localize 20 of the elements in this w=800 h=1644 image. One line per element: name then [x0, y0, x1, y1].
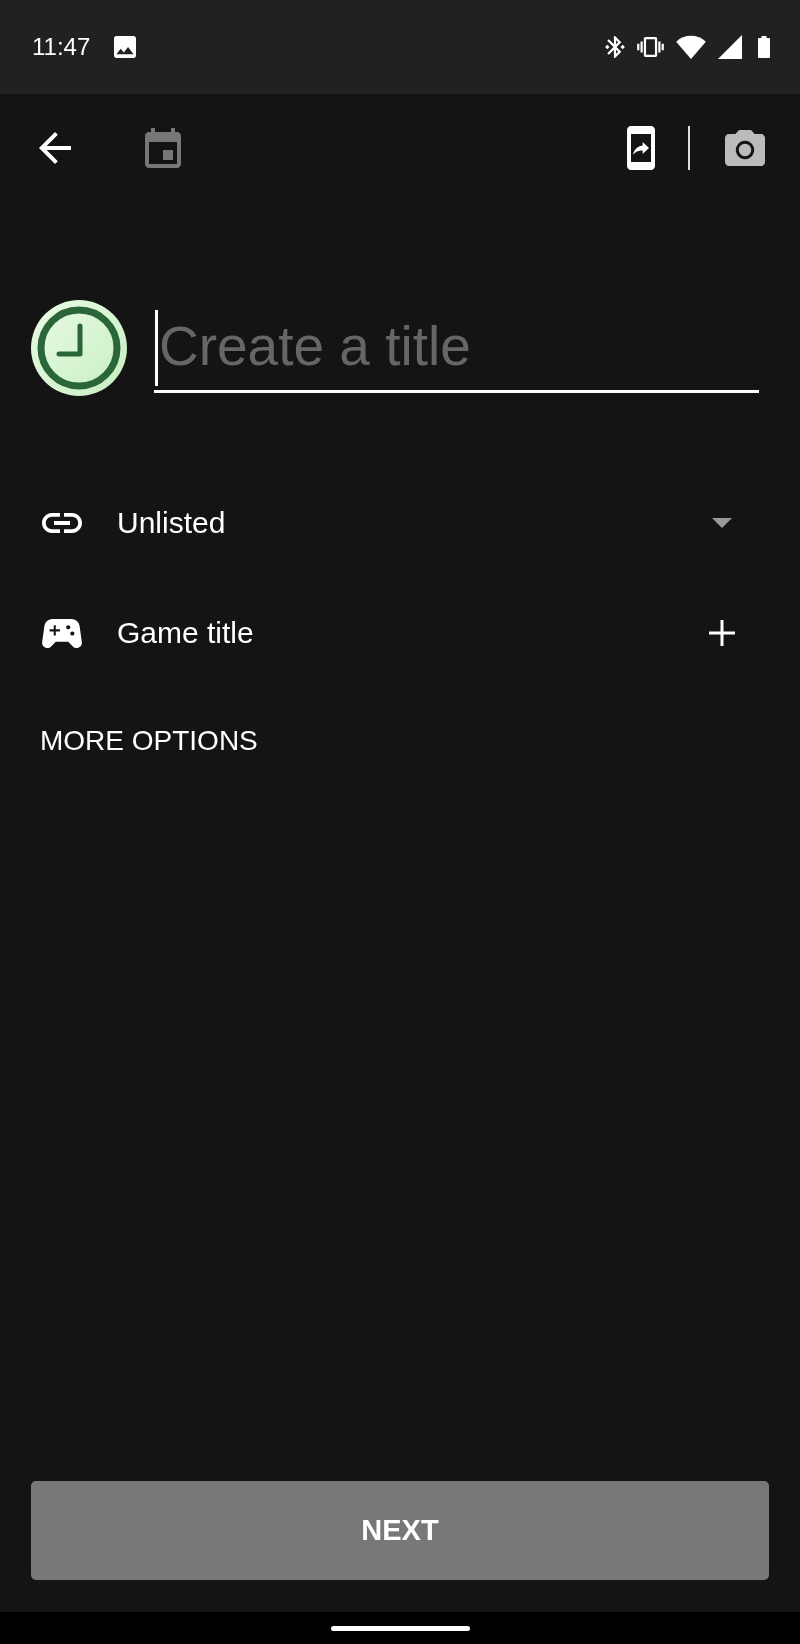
game-title-label[interactable]: Game title — [117, 615, 254, 651]
battery-icon — [758, 35, 770, 59]
signal-icon — [718, 35, 742, 59]
back-icon[interactable] — [39, 132, 71, 164]
phone-share-icon[interactable] — [627, 126, 655, 170]
clock-icon — [31, 300, 127, 396]
add-icon[interactable] — [709, 620, 735, 646]
image-icon — [114, 36, 137, 58]
bluetooth-icon — [605, 36, 625, 58]
vibrate-icon — [637, 37, 664, 57]
more-options-button[interactable]: MORE OPTIONS — [40, 724, 258, 758]
gamepad-icon — [42, 618, 82, 648]
dropdown-caret-icon[interactable] — [712, 518, 732, 528]
calendar-icon[interactable] — [145, 128, 181, 168]
link-icon — [42, 513, 82, 533]
camera-icon[interactable] — [725, 130, 765, 166]
visibility-label[interactable]: Unlisted — [117, 505, 226, 541]
status-time: 11:47 — [32, 35, 91, 59]
wifi-icon — [676, 35, 706, 59]
home-handle[interactable] — [330, 1625, 470, 1631]
